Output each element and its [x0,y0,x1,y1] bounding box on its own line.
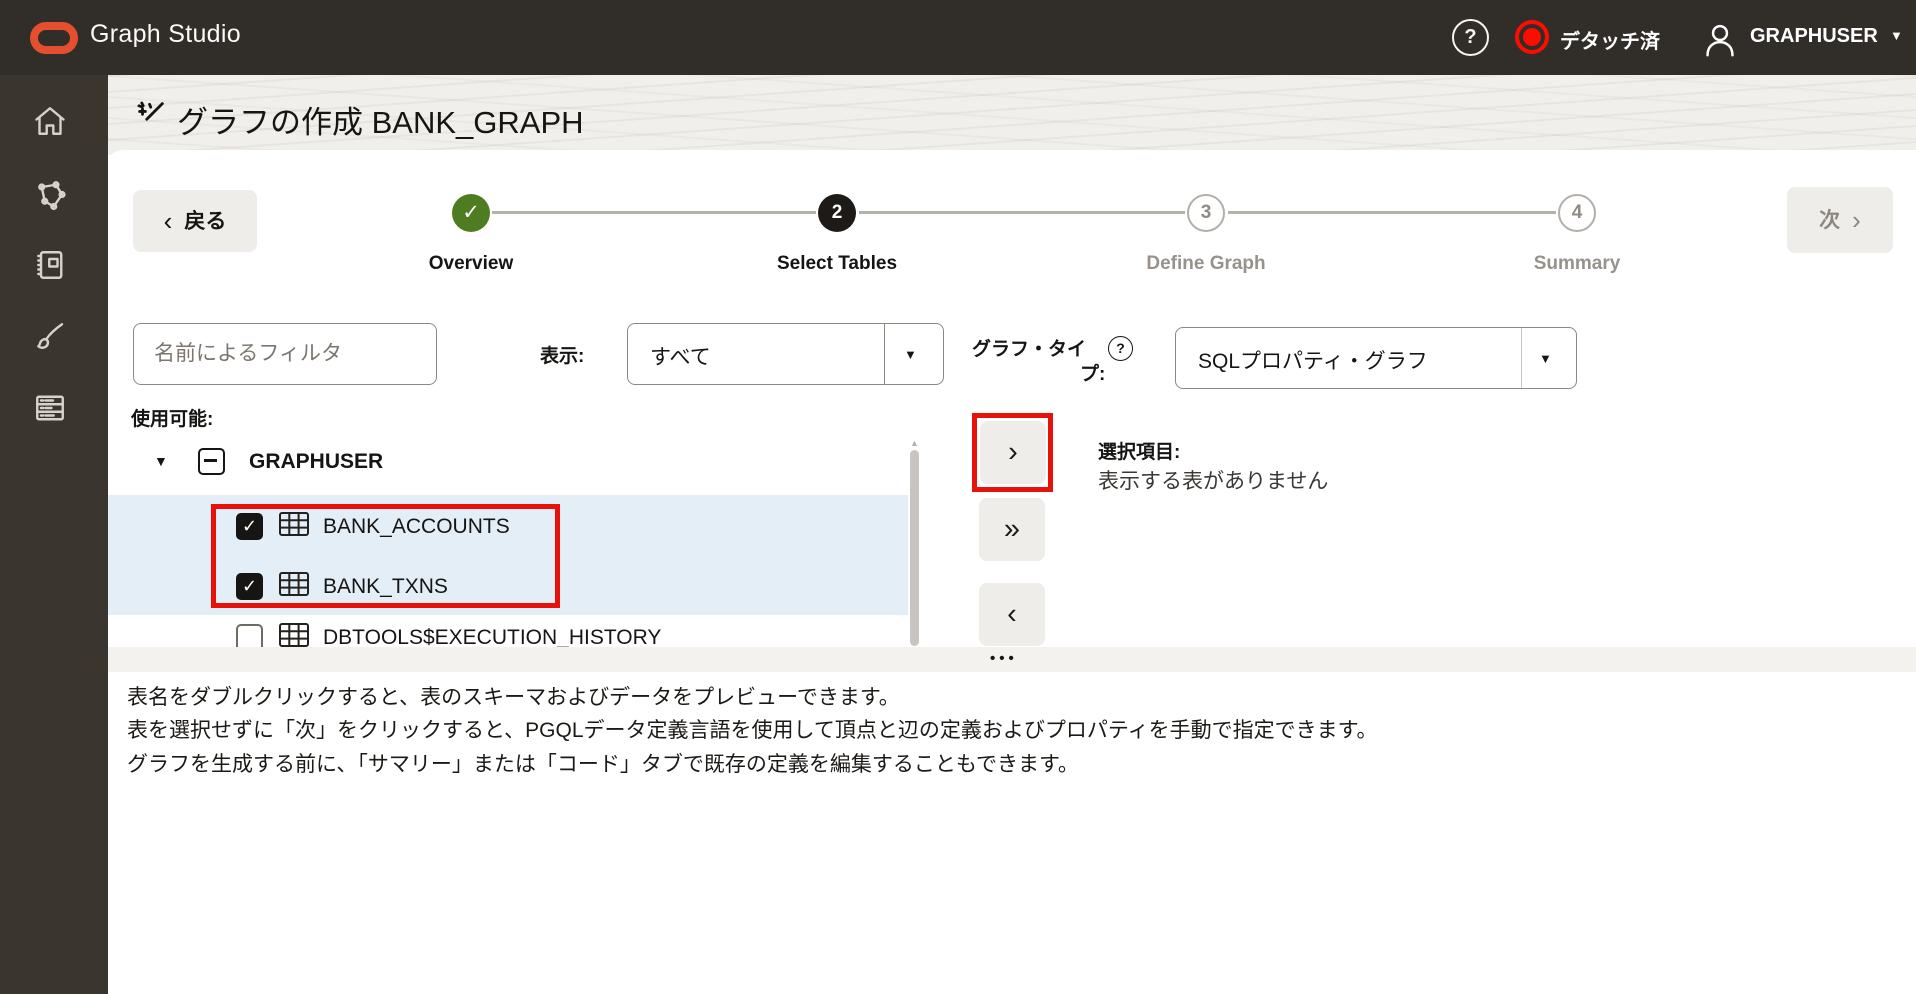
back-button[interactable]: ‹戻る [133,190,257,252]
user-menu[interactable]: GRAPHUSER [1750,25,1878,48]
step-label-summary: Summary [1467,253,1687,275]
table-name: DBTOOLS$EXECUTION_HISTORY [323,626,661,648]
schema-expander-icon[interactable]: ▼ [154,453,168,469]
schema-checkbox-indeterminate[interactable] [198,448,225,475]
clipped-row-wrap: DBTOOLS$EXECUTION_HISTORY [0,615,1916,647]
magic-wand-icon [134,98,168,137]
step-label-overview: Overview [361,253,581,275]
scrollbar-up-icon[interactable]: ▲ [910,438,919,448]
step-connector [492,211,816,214]
graph-studio-window: Graph Studio ? デタッチ済 GRAPHUSER ▼ [0,0,1916,994]
available-label: 使用可能: [131,404,213,431]
connection-status-label: デタッチ済 [1560,25,1660,54]
table-row-dbtools[interactable]: DBTOOLS$EXECUTION_HISTORY [236,622,661,647]
selected-items-empty-message: 表示する表がありません [1098,465,1328,495]
step-4-summary[interactable]: 4 [1558,194,1596,232]
help-icon[interactable]: ? [1452,19,1489,56]
step-connector [1228,211,1556,214]
table-row-bank-accounts[interactable]: ✓ BANK_ACCOUNTS [236,511,510,542]
checkbox-checked[interactable]: ✓ [236,513,263,540]
step-1-overview[interactable]: ✓ [452,194,490,232]
selected-items-label: 選択項目: [1098,437,1180,464]
user-menu-caret-icon[interactable]: ▼ [1890,28,1903,43]
graph-type-dropdown[interactable]: SQLプロパティ・グラフ ▼ [1175,327,1577,389]
sidebar-item-graphs[interactable] [30,176,70,216]
app-title: Graph Studio [90,20,241,49]
graph-type-label-line2: プ: [1080,359,1105,386]
step-2-select-tables[interactable]: 2 [818,194,856,232]
table-row-bank-txns[interactable]: ✓ BANK_TXNS [236,571,448,602]
table-name: BANK_ACCOUNTS [323,515,510,539]
tree-row-schema[interactable]: GRAPHUSER [198,448,383,475]
graph-type-label: グラフ・タイ [972,334,1086,361]
user-icon [1703,22,1737,58]
name-filter-input[interactable] [133,323,437,385]
table-name: BANK_TXNS [323,575,448,599]
sidebar-item-notebooks[interactable] [30,245,70,285]
table-icon [278,511,310,542]
home-icon [32,103,68,139]
paintbrush-icon [32,319,68,355]
show-dropdown-value: すべて [650,341,711,371]
move-all-right-button[interactable]: » [979,498,1045,561]
back-chevron-icon: ‹ [164,206,173,236]
move-right-button[interactable]: › [980,421,1046,484]
graph-type-help-icon[interactable]: ? [1108,336,1133,361]
show-label: 表示: [540,341,584,368]
sidebar-item-jobs[interactable] [30,388,70,428]
chevron-down-icon[interactable]: ▼ [904,347,917,362]
instruction-line: グラフを生成する前に、「サマリー」または「コード」タブで既存の定義を編集すること… [127,748,1079,778]
next-button[interactable]: 次› [1787,187,1893,253]
table-icon [278,622,310,647]
move-left-button[interactable]: ‹ [979,583,1045,646]
next-chevron-icon: › [1852,205,1861,235]
dropdown-separator [1521,328,1522,388]
top-header-bar: Graph Studio ? デタッチ済 GRAPHUSER ▼ [0,0,1916,75]
step-3-define-graph[interactable]: 3 [1187,194,1225,232]
connection-status-dot [1523,28,1541,46]
instruction-line: 表名をダブルクリックすると、表のスキーマおよびデータをプレビューできます。 [127,681,900,711]
step-connector [859,211,1185,214]
more-dots-icon[interactable]: ••• [990,650,1018,667]
notebook-icon [32,247,68,283]
step-label-select-tables: Select Tables [727,253,947,275]
tree-scrollbar[interactable] [910,450,919,646]
schema-name: GRAPHUSER [249,450,383,474]
chevron-down-icon[interactable]: ▼ [1539,351,1552,366]
checkbox-checked[interactable]: ✓ [236,573,263,600]
checkbox-unchecked[interactable] [236,624,263,647]
page-title: グラフの作成 BANK_GRAPH [177,97,584,142]
sidebar-item-design[interactable] [30,317,70,357]
left-sidebar: » [0,75,108,994]
oracle-logo-icon [30,22,78,54]
instruction-line: 表を選択せずに「次」をクリックすると、PGQLデータ定義言語を使用して頂点と辺の… [127,714,1378,744]
jobs-icon [32,390,68,426]
graph-icon [32,178,68,214]
dropdown-separator [884,324,885,384]
step-label-define-graph: Define Graph [1096,253,1316,275]
graph-type-dropdown-value: SQLプロパティ・グラフ [1198,345,1428,375]
sidebar-item-home[interactable] [30,101,70,141]
table-icon [278,571,310,602]
show-dropdown[interactable]: すべて ▼ [627,323,944,385]
